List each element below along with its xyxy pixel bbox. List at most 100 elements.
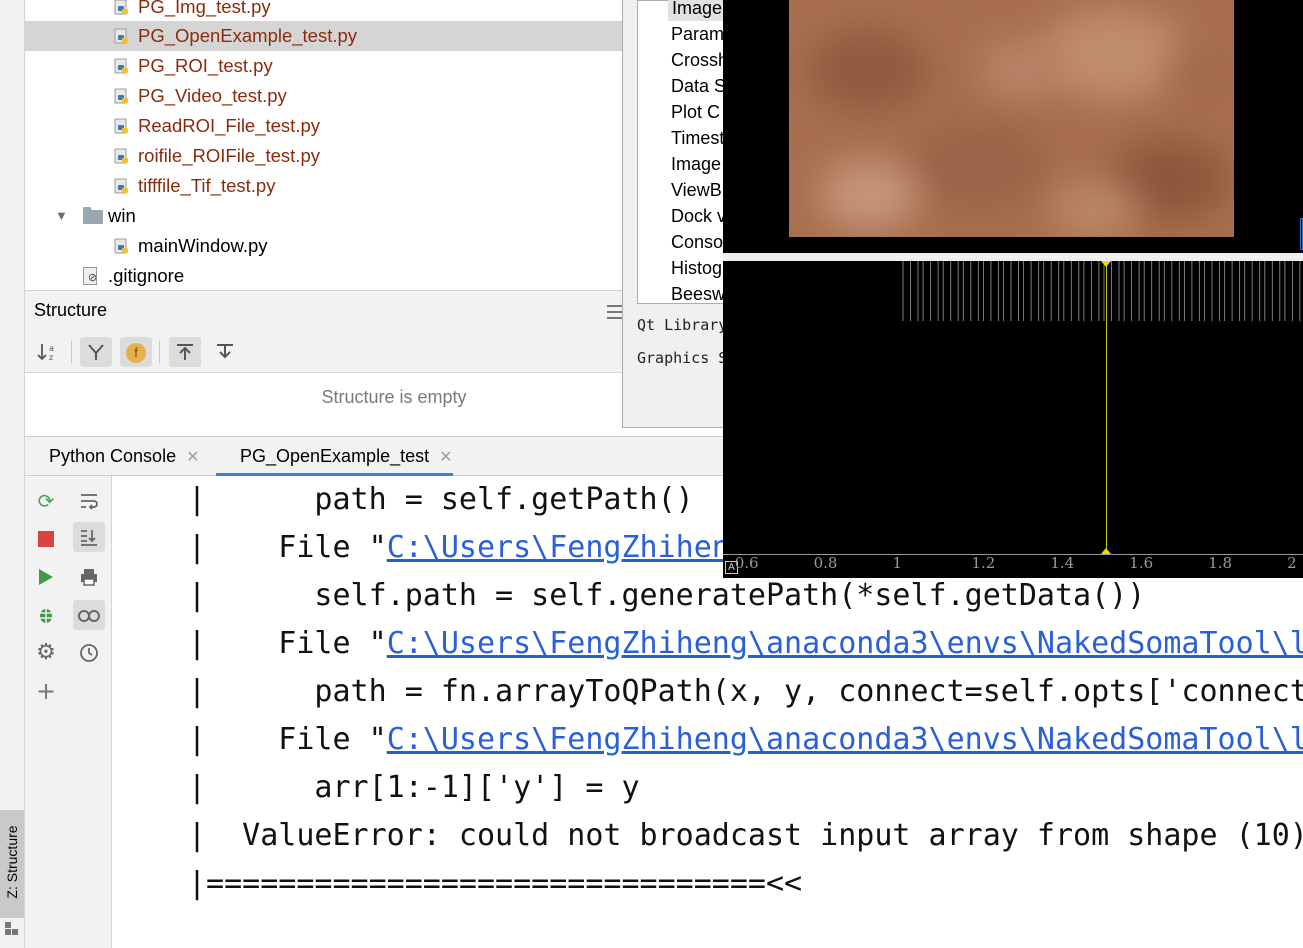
example-list-item[interactable]: Crossh (671, 47, 724, 73)
image-view[interactable] (789, 0, 1234, 237)
splitter-handle[interactable] (723, 253, 1303, 261)
tree-item[interactable]: PG_Video_test.py (25, 81, 623, 111)
console-line: | ValueError: could not broadcast input … (188, 812, 1303, 860)
left-tool-window-strip: Z: Structure (0, 0, 25, 948)
tree-item[interactable]: ▼ win (25, 201, 623, 231)
panel-options-icon[interactable] (607, 303, 623, 321)
console-text: | File " (188, 722, 387, 757)
example-list-item[interactable]: Image (668, 0, 724, 21)
console-run-toolbar: ⟳ ⚙ + (25, 476, 67, 948)
tree-item[interactable]: mainWindow.py (25, 231, 623, 261)
svg-text:z: z (49, 353, 53, 362)
traceback-file-link[interactable]: C:\Users\FengZhihen (387, 530, 730, 565)
structure-toolbar: a z f (25, 329, 623, 373)
example-list-item[interactable]: Conso (671, 229, 723, 255)
structure-tab-label: Z: Structure (4, 825, 20, 899)
example-list-item[interactable]: ViewB (671, 177, 722, 203)
console-text: | File " (188, 530, 387, 565)
x-tick-label: 1.6 (1129, 554, 1154, 572)
expand-arrow-icon[interactable]: ▼ (55, 201, 68, 231)
project-tree: PG_Img_test.py PG_OpenExample_test.py PG_R… (25, 0, 623, 290)
example-list-item[interactable]: Data S (671, 73, 724, 99)
tree-item-label: PG_Video_test.py (138, 85, 287, 106)
console-text: | ValueError: could not broadcast input … (188, 818, 1303, 853)
tree-item[interactable]: PG_OpenExample_test.py (25, 21, 623, 51)
example-list-item[interactable]: Image (671, 151, 721, 177)
rerun-icon[interactable]: ⟳ (30, 486, 62, 516)
x-tick-label: 0.8 (813, 554, 838, 572)
python-file-icon (114, 88, 128, 104)
x-tick-label: 1 (892, 554, 903, 572)
texture-blob (809, 30, 929, 110)
sort-alphabetically-icon[interactable]: a z (32, 337, 64, 367)
python-file-icon (114, 178, 128, 194)
traceback-file-link[interactable]: C:\Users\FengZhiheng\anaconda3\envs\Nake… (387, 722, 1303, 757)
console-line: | path = fn.arrayToQPath(x, y, connect=s… (188, 668, 1303, 716)
history-clock-icon[interactable] (73, 638, 105, 668)
soft-wrap-icon[interactable] (73, 486, 105, 516)
python-file-icon (114, 118, 128, 134)
close-icon[interactable]: ✕ (439, 449, 452, 466)
example-list-item[interactable]: Plot C (671, 99, 720, 125)
run-icon[interactable] (30, 562, 62, 592)
show-variables-icon[interactable] (73, 600, 105, 630)
traceback-file-link[interactable]: C:\Users\FengZhiheng\anaconda3\envs\Nake… (387, 626, 1303, 661)
tab-pg-openexample-test[interactable]: PG_OpenExample_test ✕ (216, 437, 453, 476)
console-line: |===============================<< (188, 860, 802, 908)
structure-title: Structure (34, 300, 108, 320)
x-tick-label: 1.8 (1208, 554, 1233, 572)
example-list-item[interactable]: Histog (671, 255, 722, 281)
x-tick-label: 0.6 (734, 554, 759, 572)
svg-text:a: a (49, 344, 54, 353)
autoscroll-to-source-icon[interactable] (169, 337, 201, 367)
texture-blob (1039, 10, 1189, 100)
tree-item[interactable]: PG_ROI_test.py (25, 51, 623, 81)
tab-label: Python Console (49, 446, 177, 466)
texture-blob (819, 160, 919, 230)
pyqtgraph-window: A 0.6 0.8 1 1.2 1.4 1.6 1.8 2 (723, 0, 1303, 578)
console-line: | File "C:\Users\FengZhihen (188, 524, 730, 572)
tool-windows-quick-access-icon[interactable] (5, 922, 19, 936)
show-inherited-icon[interactable] (80, 337, 112, 367)
settings-gear-icon[interactable]: ⚙ (30, 638, 62, 668)
x-tick-label: 2 (1287, 554, 1297, 572)
plot-area[interactable]: A 0.6 0.8 1 1.2 1.4 1.6 1.8 2 (723, 261, 1303, 578)
console-line: | File "C:\Users\FengZhiheng\anaconda3\e… (188, 716, 1303, 764)
structure-tool-window-tab[interactable]: Z: Structure (0, 810, 24, 918)
scroll-to-end-icon[interactable] (73, 522, 105, 552)
stop-icon[interactable] (30, 524, 62, 554)
show-fields-button[interactable]: f (120, 337, 152, 367)
autoscroll-from-source-icon[interactable] (209, 337, 241, 367)
tree-item[interactable]: PG_Img_test.py (25, 0, 623, 22)
tab-python-console[interactable]: Python Console ✕ (25, 437, 200, 476)
debug-icon[interactable] (30, 600, 62, 630)
field-icon: f (126, 343, 146, 363)
example-list-item[interactable]: Param (671, 21, 724, 47)
line-marker-top (1100, 261, 1111, 267)
structure-header: Structure (25, 291, 623, 329)
tree-item-label: PG_ROI_test.py (138, 55, 273, 76)
print-icon[interactable] (73, 562, 105, 592)
python-file-icon (114, 148, 128, 164)
x-tick-label: 1.4 (1050, 554, 1075, 572)
console-text: | self.path = self.generatePath(*self.ge… (188, 578, 1146, 613)
infinite-line[interactable] (1105, 261, 1107, 554)
example-list-item[interactable]: Beesw (671, 281, 724, 307)
qt-library-label: Qt Library (637, 316, 724, 334)
add-icon[interactable]: + (30, 676, 62, 706)
console-text: | arr[1:-1]['y'] = y (188, 770, 640, 805)
ignored-file-icon (83, 267, 97, 285)
graphics-system-label: Graphics S (637, 349, 724, 367)
tree-item[interactable]: roifile_ROIFile_test.py (25, 141, 623, 171)
tree-item-label: ReadROI_File_test.py (138, 115, 321, 136)
tree-item[interactable]: .gitignore (25, 261, 623, 290)
console-text: | path = self.getPath() (188, 482, 694, 517)
tree-item-label: PG_OpenExample_test.py (138, 25, 358, 46)
tree-item[interactable]: tifffile_Tif_test.py (25, 171, 623, 201)
close-icon[interactable]: ✕ (186, 449, 199, 466)
example-list-item[interactable]: Timest (671, 125, 724, 151)
texture-blob (909, 120, 1049, 210)
tree-item[interactable]: ReadROI_File_test.py (25, 111, 623, 141)
x-tick-label: 1.2 (971, 554, 996, 572)
example-list-item[interactable]: Dock v (671, 203, 724, 229)
